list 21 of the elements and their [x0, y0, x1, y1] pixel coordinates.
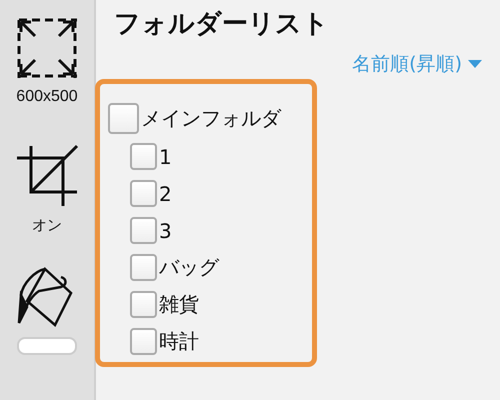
folder-label: 3: [159, 218, 172, 242]
folder-label: メインフォルダ: [141, 104, 281, 132]
checkbox[interactable]: [130, 328, 157, 355]
folder-label: 雑貨: [159, 291, 199, 318]
checkbox[interactable]: [130, 217, 157, 244]
folder-label: バッグ: [159, 254, 219, 281]
checkbox[interactable]: [130, 180, 157, 207]
folder-label: 1: [159, 144, 172, 168]
checkbox[interactable]: [130, 291, 157, 318]
checkbox[interactable]: [108, 102, 139, 134]
panel-title: フォルダーリスト: [114, 8, 330, 41]
folder-label: 2: [159, 182, 172, 206]
checkbox[interactable]: [130, 254, 157, 281]
caret-icon: [468, 60, 482, 68]
resize-button[interactable]: 600x500: [16, 18, 78, 106]
checkbox[interactable]: [130, 143, 157, 170]
crop-icon: [15, 144, 79, 208]
resize-icon: [16, 18, 77, 78]
crop-button[interactable]: オン: [15, 144, 79, 235]
folder-label: 時計: [159, 328, 199, 355]
color-swatch[interactable]: [17, 337, 77, 355]
